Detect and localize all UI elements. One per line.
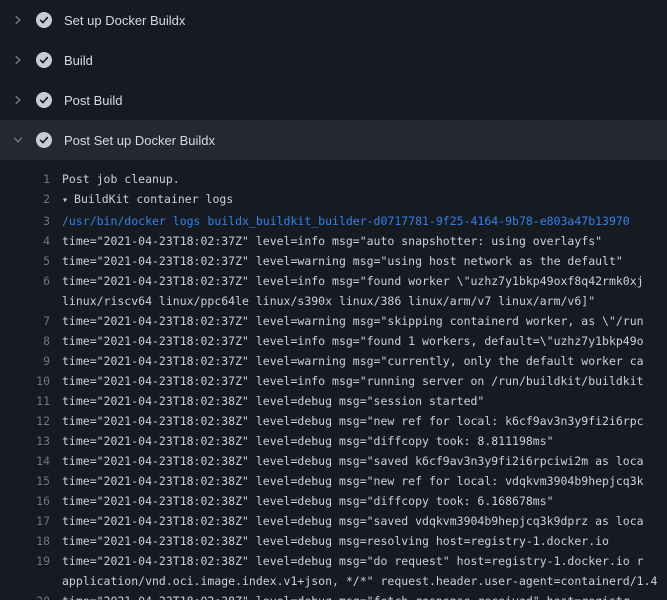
log-text: ▾BuildKit container logs xyxy=(62,189,233,211)
log-line: 11 time="2021-04-23T18:02:38Z" level=debu… xyxy=(0,391,667,411)
check-circle-icon xyxy=(36,132,52,148)
line-number[interactable]: 11 xyxy=(0,391,50,411)
chevron-down-icon xyxy=(12,134,24,146)
log-line: 3/usr/bin/docker logs buildx_buildkit_bu… xyxy=(0,211,667,231)
line-number[interactable]: 19 xyxy=(0,551,50,571)
line-number[interactable]: 7 xyxy=(0,311,50,331)
log-line: 16 time="2021-04-23T18:02:38Z" level=debu… xyxy=(0,491,667,511)
log-line: 12 time="2021-04-23T18:02:38Z" level=debu… xyxy=(0,411,667,431)
line-number[interactable]: 10 xyxy=(0,371,50,391)
check-circle-icon xyxy=(36,12,52,28)
line-number[interactable]: 1 xyxy=(0,169,50,189)
log-text: time="2021-04-23T18:02:37Z" level=info m… xyxy=(62,231,602,251)
check-circle-icon xyxy=(36,92,52,108)
line-number[interactable]: 17 xyxy=(0,511,50,531)
log-text: time="2021-04-23T18:02:38Z" level=debug … xyxy=(62,471,644,491)
log-text: time="2021-04-23T18:02:38Z" level=debug … xyxy=(62,411,644,431)
log-line: 17 time="2021-04-23T18:02:38Z" level=debu… xyxy=(0,511,667,531)
log-text: time="2021-04-23T18:02:38Z" level=debug … xyxy=(62,451,644,471)
log-text: time="2021-04-23T18:02:37Z" level=info m… xyxy=(62,271,644,291)
log-text: time="2021-04-23T18:02:37Z" level=warnin… xyxy=(62,311,644,331)
log-line: 5 time="2021-04-23T18:02:37Z" level=warni… xyxy=(0,251,667,271)
line-number[interactable]: 15 xyxy=(0,471,50,491)
log-text: application/vnd.oci.image.index.v1+json,… xyxy=(62,571,657,591)
section-header-post-build[interactable]: Post Build xyxy=(0,80,667,120)
log-text: time="2021-04-23T18:02:38Z" level=debug … xyxy=(62,591,630,600)
log-line: 14 time="2021-04-23T18:02:38Z" level=debu… xyxy=(0,451,667,471)
line-number[interactable]: 6 xyxy=(0,271,50,291)
section-label: Build xyxy=(64,53,93,68)
line-number[interactable]: 20 xyxy=(0,591,50,600)
line-number[interactable]: 16 xyxy=(0,491,50,511)
line-number[interactable]: 4 xyxy=(0,231,50,251)
log-text: time="2021-04-23T18:02:38Z" level=debug … xyxy=(62,431,554,451)
log-text: time="2021-04-23T18:02:38Z" level=debug … xyxy=(62,551,644,571)
log-text: time="2021-04-23T18:02:37Z" level=warnin… xyxy=(62,251,623,271)
line-number xyxy=(0,291,50,311)
log-line: 9 time="2021-04-23T18:02:37Z" level=warni… xyxy=(0,351,667,371)
log-line: 10 time="2021-04-23T18:02:37Z" level=info… xyxy=(0,371,667,391)
log-text: time="2021-04-23T18:02:37Z" level=warnin… xyxy=(62,351,644,371)
log-area: 1 Post job cleanup. 2 ▾BuildKit container l… xyxy=(0,160,667,600)
line-number[interactable]: 13 xyxy=(0,431,50,451)
log-line: 1 Post job cleanup. xyxy=(0,169,667,189)
log-text: time="2021-04-23T18:02:38Z" level=debug … xyxy=(62,391,484,411)
workflow-log-viewer: Set up Docker Buildx Build Post Build Post … xyxy=(0,0,667,600)
log-line: 13 time="2021-04-23T18:02:38Z" level=debu… xyxy=(0,431,667,451)
log-text: linux/riscv64 linux/ppc64le linux/s390x … xyxy=(62,291,595,311)
section-label: Post Set up Docker Buildx xyxy=(64,133,215,148)
log-line: 8 time="2021-04-23T18:02:37Z" level=info … xyxy=(0,331,667,351)
log-line: 7 time="2021-04-23T18:02:37Z" level=warni… xyxy=(0,311,667,331)
line-number[interactable]: 3 xyxy=(0,211,50,231)
log-line: 2 ▾BuildKit container logs xyxy=(0,189,667,211)
log-line: 6 time="2021-04-23T18:02:37Z" level=info … xyxy=(0,271,667,291)
line-number[interactable]: 18 xyxy=(0,531,50,551)
line-number[interactable]: 8 xyxy=(0,331,50,351)
section-label: Post Build xyxy=(64,93,123,108)
chevron-right-icon xyxy=(12,54,24,66)
log-line: application/vnd.oci.image.index.v1+json,… xyxy=(0,571,667,591)
line-number[interactable]: 5 xyxy=(0,251,50,271)
log-text: time="2021-04-23T18:02:38Z" level=debug … xyxy=(62,491,554,511)
log-line: 18 time="2021-04-23T18:02:38Z" level=debu… xyxy=(0,531,667,551)
section-label: Set up Docker Buildx xyxy=(64,13,185,28)
log-line: 15 time="2021-04-23T18:02:38Z" level=debu… xyxy=(0,471,667,491)
line-number[interactable]: 2 xyxy=(0,189,50,211)
line-number xyxy=(0,571,50,591)
log-line: 4 time="2021-04-23T18:02:37Z" level=info … xyxy=(0,231,667,251)
group-toggle-icon[interactable]: ▾ xyxy=(62,195,68,206)
chevron-right-icon xyxy=(12,14,24,26)
section-list: Set up Docker Buildx Build Post Build Post … xyxy=(0,0,667,160)
line-number[interactable]: 9 xyxy=(0,351,50,371)
log-text: Post job cleanup. xyxy=(62,169,180,189)
line-number[interactable]: 14 xyxy=(0,451,50,471)
check-circle-icon xyxy=(36,52,52,68)
chevron-right-icon xyxy=(12,94,24,106)
section-header-set-up-docker-buildx[interactable]: Set up Docker Buildx xyxy=(0,0,667,40)
section-header-build[interactable]: Build xyxy=(0,40,667,80)
log-text: time="2021-04-23T18:02:38Z" level=debug … xyxy=(62,531,609,551)
log-line: linux/riscv64 linux/ppc64le linux/s390x … xyxy=(0,291,667,311)
log-line: 19 time="2021-04-23T18:02:38Z" level=debu… xyxy=(0,551,667,571)
section-header-post-set-up-docker-buildx[interactable]: Post Set up Docker Buildx xyxy=(0,120,667,160)
line-number[interactable]: 12 xyxy=(0,411,50,431)
log-text: time="2021-04-23T18:02:38Z" level=debug … xyxy=(62,511,644,531)
log-text: /usr/bin/docker logs buildx_buildkit_bui… xyxy=(62,211,630,231)
log-text: time="2021-04-23T18:02:37Z" level=info m… xyxy=(62,371,644,391)
log-line: 20 time="2021-04-23T18:02:38Z" level=debu… xyxy=(0,591,667,600)
log-text: time="2021-04-23T18:02:37Z" level=info m… xyxy=(62,331,644,351)
